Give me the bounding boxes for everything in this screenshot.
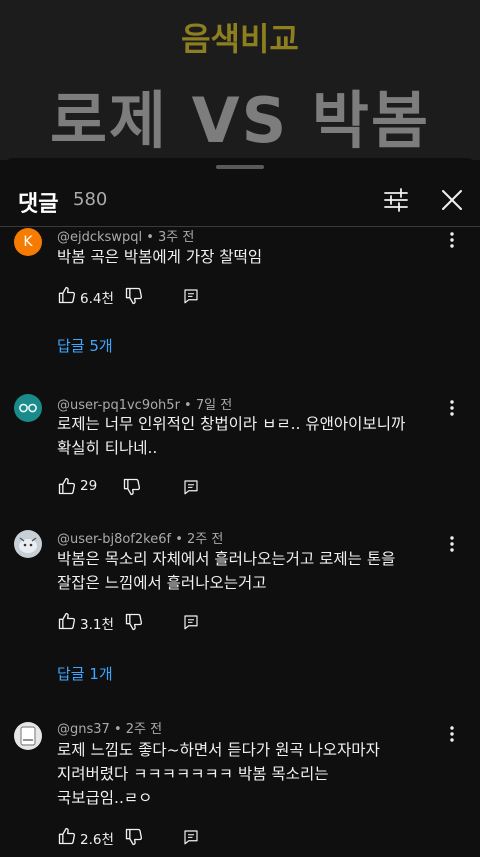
comment-time: 2주 전 [125, 722, 163, 737]
comment-actions: 6.4천 [57, 285, 257, 307]
drag-handle[interactable] [216, 165, 264, 169]
comments-title: 댓글 [18, 192, 59, 217]
video-preview[interactable]: 음색비교 로제 VS 박봄 [0, 0, 480, 160]
view-replies-link[interactable]: 답글 1개 [57, 663, 113, 684]
view-replies-link[interactable]: 답글 5개 [57, 335, 113, 356]
comment-author[interactable]: @gns37 [57, 722, 110, 737]
comment-author[interactable]: @user-pq1vc9oh5r [57, 398, 180, 413]
comment-text-line: 로제 느낌도 좋다~하면서 듣다가 원곡 나오자마자 [57, 741, 380, 759]
comments-header: 댓글 580 [0, 180, 480, 226]
comment-author[interactable]: @ejdckswpql [57, 230, 142, 245]
cartoon-avatar-icon [19, 537, 37, 553]
comment-text: 박봄 곡은 박봄에게 가장 찰떡임 [57, 248, 263, 266]
like-count: 6.4천 [80, 291, 114, 307]
dislike-button[interactable] [124, 612, 144, 632]
comment-text-line: 로제는 너무 인위적인 창법이라 ㅂㄹ.. 유앤아이보니까 [57, 415, 406, 433]
dislike-button[interactable] [124, 286, 144, 306]
reply-button[interactable] [182, 828, 200, 846]
avatar[interactable] [14, 722, 42, 750]
video-title-overlay: 로제 VS 박봄 [50, 84, 430, 157]
comment-text: 로제 느낌도 좋다~하면서 듣다가 원곡 나오자마자 지려버렸다 ㅋㅋㅋㅋㅋㅋㅋ… [57, 738, 457, 810]
reply-button[interactable] [182, 613, 200, 631]
avatar[interactable] [14, 530, 42, 558]
comment-text-line: 확실히 티나네.. [57, 439, 158, 457]
like-button[interactable] [57, 611, 77, 631]
comment-text: 로제는 너무 인위적인 창법이라 ㅂㄹ.. 유앤아이보니까 확실히 티나네.. [57, 412, 457, 460]
like-count: 2.6천 [80, 832, 114, 848]
close-button[interactable] [436, 184, 468, 216]
dislike-button[interactable] [124, 827, 144, 847]
meta-separator: • [109, 722, 126, 737]
comment-actions: 29 [57, 476, 257, 498]
comment-text-line: 국보급임..ㄹㅇ [57, 789, 153, 807]
comment-time: 3주 전 [158, 230, 195, 245]
image-avatar-icon [20, 726, 36, 746]
comment-time: 2주 전 [187, 532, 224, 547]
avatar[interactable] [14, 394, 42, 422]
avatar[interactable]: K [14, 228, 42, 256]
comment-meta: @user-bj8of2ke6f • 2주 전 [57, 528, 223, 547]
video-subtitle: 음색비교 [181, 20, 299, 58]
comment-text-line: 박봄은 목소리 자체에서 흘러나오는거고 로제는 톤을 [57, 550, 396, 568]
like-count: 3.1천 [80, 617, 114, 633]
meta-separator: • [142, 230, 158, 245]
comment-meta: @gns37 • 2주 전 [57, 718, 162, 737]
avatar-letter: K [23, 234, 33, 250]
comment-meta: @user-pq1vc9oh5r • 7일 전 [57, 394, 232, 413]
comment-time: 7일 전 [195, 398, 233, 413]
comments-count: 580 [73, 189, 108, 210]
comment-actions: 2.6천 [57, 826, 257, 848]
like-button[interactable] [57, 285, 77, 305]
comments-sheet: 댓글 580 K @ejdckswpql • 3주 전 박봄 곡은 박봄에게 가… [0, 158, 480, 857]
like-button[interactable] [57, 826, 77, 846]
comment-author[interactable]: @user-bj8of2ke6f [57, 532, 171, 547]
comment-text-line: 지려버렸다 ㅋㅋㅋㅋㅋㅋㅋ 박봄 목소리는 [57, 765, 329, 783]
meta-separator: • [171, 532, 187, 547]
comment-text-line: 잘잡은 느낌에서 흘러나오는거고 [57, 574, 267, 592]
comment-actions: 3.1천 [57, 611, 257, 633]
dislike-button[interactable] [122, 477, 142, 497]
close-icon [442, 190, 462, 210]
comment-meta: @ejdckswpql • 3주 전 [57, 226, 194, 245]
meta-separator: • [179, 398, 196, 413]
reply-button[interactable] [182, 287, 200, 305]
filter-button[interactable] [380, 184, 412, 216]
like-button[interactable] [57, 476, 77, 496]
sliders-icon [384, 188, 408, 212]
like-count: 29 [80, 478, 98, 494]
face-icon [19, 403, 37, 413]
comment-text: 박봄은 목소리 자체에서 흘러나오는거고 로제는 톤을 잘잡은 느낌에서 흘러나… [57, 547, 457, 595]
reply-button[interactable] [182, 478, 200, 496]
